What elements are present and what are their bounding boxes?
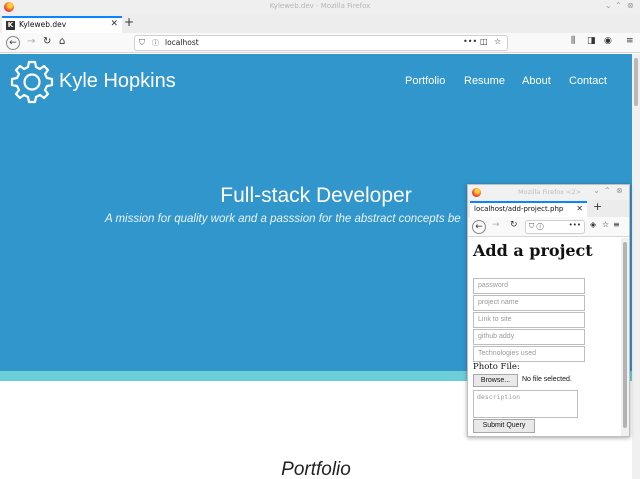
nav-about[interactable]: About <box>522 75 551 87</box>
page-scrollbar[interactable] <box>632 54 640 479</box>
nav-resume[interactable]: Resume <box>464 75 505 87</box>
site-info-icon[interactable]: ⓘ <box>152 38 159 48</box>
minimize-icon[interactable]: ⌄ <box>593 186 600 195</box>
form-heading: Add a project <box>473 241 593 260</box>
popup-window: Mozilla Firefox <2> ⌄ ⌃ ⊗ localhost/add-… <box>467 184 630 437</box>
back-icon[interactable]: ← <box>472 220 486 234</box>
close-tab-icon[interactable]: ✕ <box>576 204 583 213</box>
url-bar[interactable]: ⛉ ⓘ localhost ••• ◫ ☆ <box>134 35 508 51</box>
tab-label: localhost/add-project.php <box>474 205 564 213</box>
tab-label: Kyleweb.dev <box>19 20 67 29</box>
reload-icon[interactable]: ↻ <box>43 36 51 47</box>
add-project-form: Add a project password project name Link… <box>468 238 621 436</box>
project-name-field[interactable]: project name <box>473 295 585 311</box>
tracking-shield-icon[interactable]: ⛉ <box>139 38 145 48</box>
library-icon[interactable]: ⫼ <box>571 36 575 46</box>
minimize-icon[interactable]: ⌄ <box>605 1 612 10</box>
scrollbar-thumb[interactable] <box>623 242 627 428</box>
new-tab-icon[interactable]: + <box>593 200 602 213</box>
firefox-logo-icon <box>472 188 481 197</box>
reload-icon[interactable]: ↻ <box>510 220 518 230</box>
technologies-field[interactable]: Technologies used <box>473 346 585 362</box>
close-window-icon[interactable]: ⊗ <box>616 186 623 195</box>
section-title: Portfolio <box>281 459 351 479</box>
popup-tab-bar: localhost/add-project.php ✕ + <box>468 200 629 217</box>
title-bar: Kyleweb.dev - Mozilla Firefox ⌄ ⌃ ⊗ <box>0 0 640 15</box>
brand-name[interactable]: Kyle Hopkins <box>59 70 176 93</box>
new-tab-icon[interactable]: + <box>124 15 134 29</box>
navigation-toolbar: ← → ↻ ⌂ ⛉ ⓘ localhost ••• ◫ ☆ ⫼ ◨ ◉ ≡ <box>0 33 640 53</box>
tab-kyleweb[interactable]: K Kyleweb.dev ✕ <box>2 16 122 33</box>
window-title: Kyleweb.dev - Mozilla Firefox <box>269 2 371 10</box>
forward-icon[interactable]: → <box>492 220 500 230</box>
site-info-icon[interactable]: ⛉ ⓘ <box>529 222 544 231</box>
site-favicon-icon: K <box>6 21 15 30</box>
back-icon[interactable]: ← <box>6 36 20 50</box>
account-icon[interactable]: ◉ <box>604 36 612 46</box>
photo-file-label: Photo File: <box>473 362 520 372</box>
bookmark-star-icon[interactable]: ☆ <box>602 220 609 229</box>
menu-icon[interactable]: ≡ <box>613 220 620 229</box>
maximize-icon[interactable]: ⌃ <box>604 186 611 195</box>
browse-button[interactable]: Browse... <box>473 374 518 387</box>
hero-subtitle: A mission for quality work and a passsio… <box>105 213 461 225</box>
extensions-icon[interactable]: ◈ <box>590 220 596 229</box>
page-actions-icon[interactable]: ••• <box>463 37 477 46</box>
scrollbar-thumb[interactable] <box>634 58 638 106</box>
forward-icon[interactable]: → <box>27 36 35 47</box>
description-textarea[interactable]: description <box>473 390 578 418</box>
link-field[interactable]: Link to site <box>473 312 585 328</box>
nav-portfolio[interactable]: Portfolio <box>405 75 445 87</box>
page-actions-icon[interactable]: ••• <box>569 221 581 229</box>
submit-button[interactable]: Submit Query <box>473 419 535 433</box>
sidebar-icon[interactable]: ◨ <box>587 36 596 46</box>
github-field[interactable]: github addy <box>473 329 585 345</box>
menu-icon[interactable]: ≡ <box>626 36 634 46</box>
bookmark-star-icon[interactable]: ☆ <box>494 37 501 46</box>
gear-logo-icon[interactable] <box>9 59 55 105</box>
maximize-icon[interactable]: ⌃ <box>615 1 622 10</box>
url-text[interactable]: localhost <box>165 38 199 47</box>
nav-contact[interactable]: Contact <box>569 75 607 87</box>
popup-window-title: Mozilla Firefox <2> <box>518 188 582 196</box>
popup-scrollbar[interactable] <box>621 238 629 436</box>
close-tab-icon[interactable]: ✕ <box>110 19 118 29</box>
popup-navigation-toolbar: ← → ↻ ⛉ ⓘ ••• ◈ ☆ ≡ <box>468 217 629 237</box>
password-field[interactable]: password <box>473 278 585 294</box>
close-window-icon[interactable]: ⊗ <box>627 1 634 10</box>
home-icon[interactable]: ⌂ <box>59 36 65 47</box>
popup-title-bar: Mozilla Firefox <2> ⌄ ⌃ ⊗ <box>468 185 629 200</box>
file-status-text: No file selected. <box>522 376 572 383</box>
pocket-icon[interactable]: ◫ <box>480 37 488 46</box>
url-bar[interactable]: ⛉ ⓘ ••• <box>525 220 585 234</box>
tab-add-project[interactable]: localhost/add-project.php ✕ <box>470 201 587 217</box>
tab-bar: K Kyleweb.dev ✕ + <box>0 15 640 33</box>
